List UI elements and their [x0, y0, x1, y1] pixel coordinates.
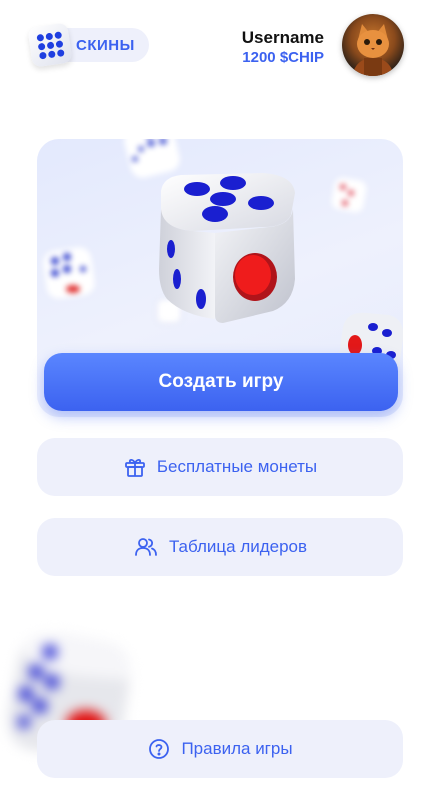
leaderboard-button[interactable]: Таблица лидеров — [37, 518, 403, 576]
balance: 1200 $CHIP — [242, 49, 324, 66]
skins-button[interactable]: СКИНЫ — [27, 22, 149, 68]
help-circle-icon — [149, 739, 170, 759]
dice-icon — [27, 22, 73, 68]
skins-label: СКИНЫ — [76, 36, 135, 54]
user-info: Username 1200 $CHIP — [242, 28, 324, 68]
main-dice-image — [159, 173, 295, 323]
rules-label: Правила игры — [181, 739, 293, 758]
rules-button[interactable]: Правила игры — [37, 720, 403, 778]
leaderboard-label: Таблица лидеров — [168, 537, 308, 556]
free-coins-label: Бесплатные монеты — [156, 457, 318, 476]
username: Username — [241, 28, 324, 47]
create-game-button[interactable]: Создать игру — [44, 353, 398, 411]
dice-decoration — [331, 177, 367, 213]
gift-icon — [124, 458, 145, 477]
users-icon — [135, 538, 157, 556]
avatar[interactable] — [342, 14, 404, 76]
free-coins-button[interactable]: Бесплатные монеты — [37, 438, 403, 496]
dice-decoration — [43, 247, 95, 299]
